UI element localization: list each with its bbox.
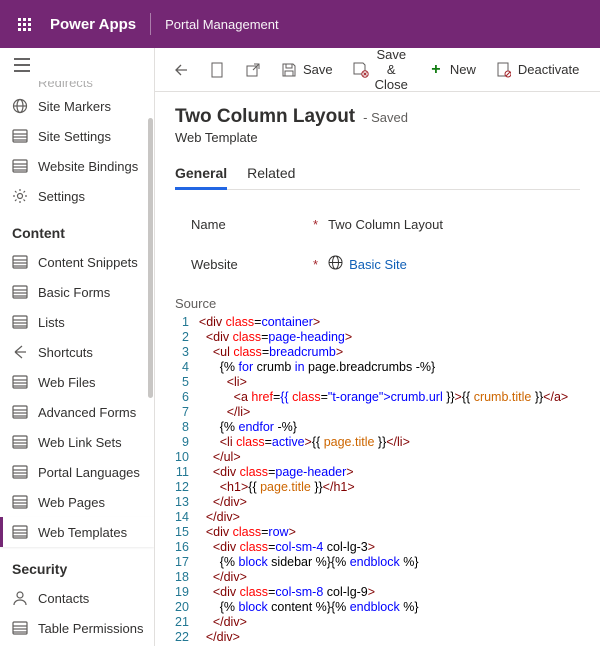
open-icon [245,62,261,78]
save-close-button[interactable]: Save & Close [345,41,416,98]
clipboard-icon [209,62,225,78]
app-launcher-icon[interactable] [8,8,40,40]
back-button[interactable] [165,56,197,84]
required-icon: * [313,217,318,232]
open-new-button[interactable] [237,56,269,84]
portal-label: Portal Management [165,17,278,32]
section-content: Content [0,211,154,247]
source-editor[interactable]: 1234567891011121314151617181920212223 <d… [175,315,580,646]
sidebar-item-contacts[interactable]: Contacts [0,583,154,613]
sidebar-item-table-permissions[interactable]: Table Permissions [0,613,154,643]
new-button[interactable]: +New [420,56,484,84]
sidebar-item-web-templates[interactable]: Web Templates [0,517,154,547]
record-subtitle: Web Template [175,130,580,145]
save-close-icon [353,62,369,78]
tabs: General Related [175,159,580,190]
delete-button[interactable] [591,56,600,84]
clipboard-button[interactable] [201,56,233,84]
sidebar-scrollbar[interactable] [148,118,153,398]
sidebar-item-website-bindings[interactable]: Website Bindings [0,151,154,181]
record-title: Two Column Layout [175,106,355,128]
sidebar-item-advanced-forms[interactable]: Advanced Forms [0,397,154,427]
back-icon [173,62,189,78]
section-security: Security [0,547,154,583]
required-icon: * [313,257,318,272]
deactivate-icon [496,62,512,78]
plus-icon: + [428,62,444,78]
deactivate-button[interactable]: Deactivate [488,56,587,84]
sidebar-item-shortcuts[interactable]: Shortcuts [0,337,154,367]
tab-related[interactable]: Related [247,159,295,189]
sidebar-item-web-files[interactable]: Web Files [0,367,154,397]
globe-icon [328,255,343,273]
topbar-divider [150,13,151,35]
record-status: - Saved [363,110,408,125]
brand-label: Power Apps [50,16,136,33]
sidebar-item-content-snippets[interactable]: Content Snippets [0,247,154,277]
sidebar-item-basic-forms[interactable]: Basic Forms [0,277,154,307]
sidebar: Redirects Site MarkersSite SettingsWebsi… [0,48,155,646]
website-value[interactable]: Basic Site [349,257,407,272]
sidebar-item-web-pages[interactable]: Web Pages [0,487,154,517]
name-value[interactable]: Two Column Layout [328,217,443,232]
source-label: Source [175,296,580,311]
name-label: Name [191,217,331,232]
sidebar-item-site-markers[interactable]: Site Markers [0,91,154,121]
website-label: Website [191,257,331,272]
command-bar: Save Save & Close +New Deactivate [155,48,600,92]
content-area: Save Save & Close +New Deactivate Two Co… [155,48,600,646]
sidebar-item-site-settings[interactable]: Site Settings [0,121,154,151]
sidebar-toggle[interactable] [0,48,154,81]
sidebar-item-web-link-sets[interactable]: Web Link Sets [0,427,154,457]
sidebar-item-lists[interactable]: Lists [0,307,154,337]
sidebar-item-partial[interactable]: Redirects [0,81,154,91]
sidebar-item-settings[interactable]: Settings [0,181,154,211]
save-icon [281,62,297,78]
save-button[interactable]: Save [273,56,341,84]
app-topbar: Power Apps Portal Management [0,0,600,48]
sidebar-item-portal-languages[interactable]: Portal Languages [0,457,154,487]
tab-general[interactable]: General [175,159,227,189]
